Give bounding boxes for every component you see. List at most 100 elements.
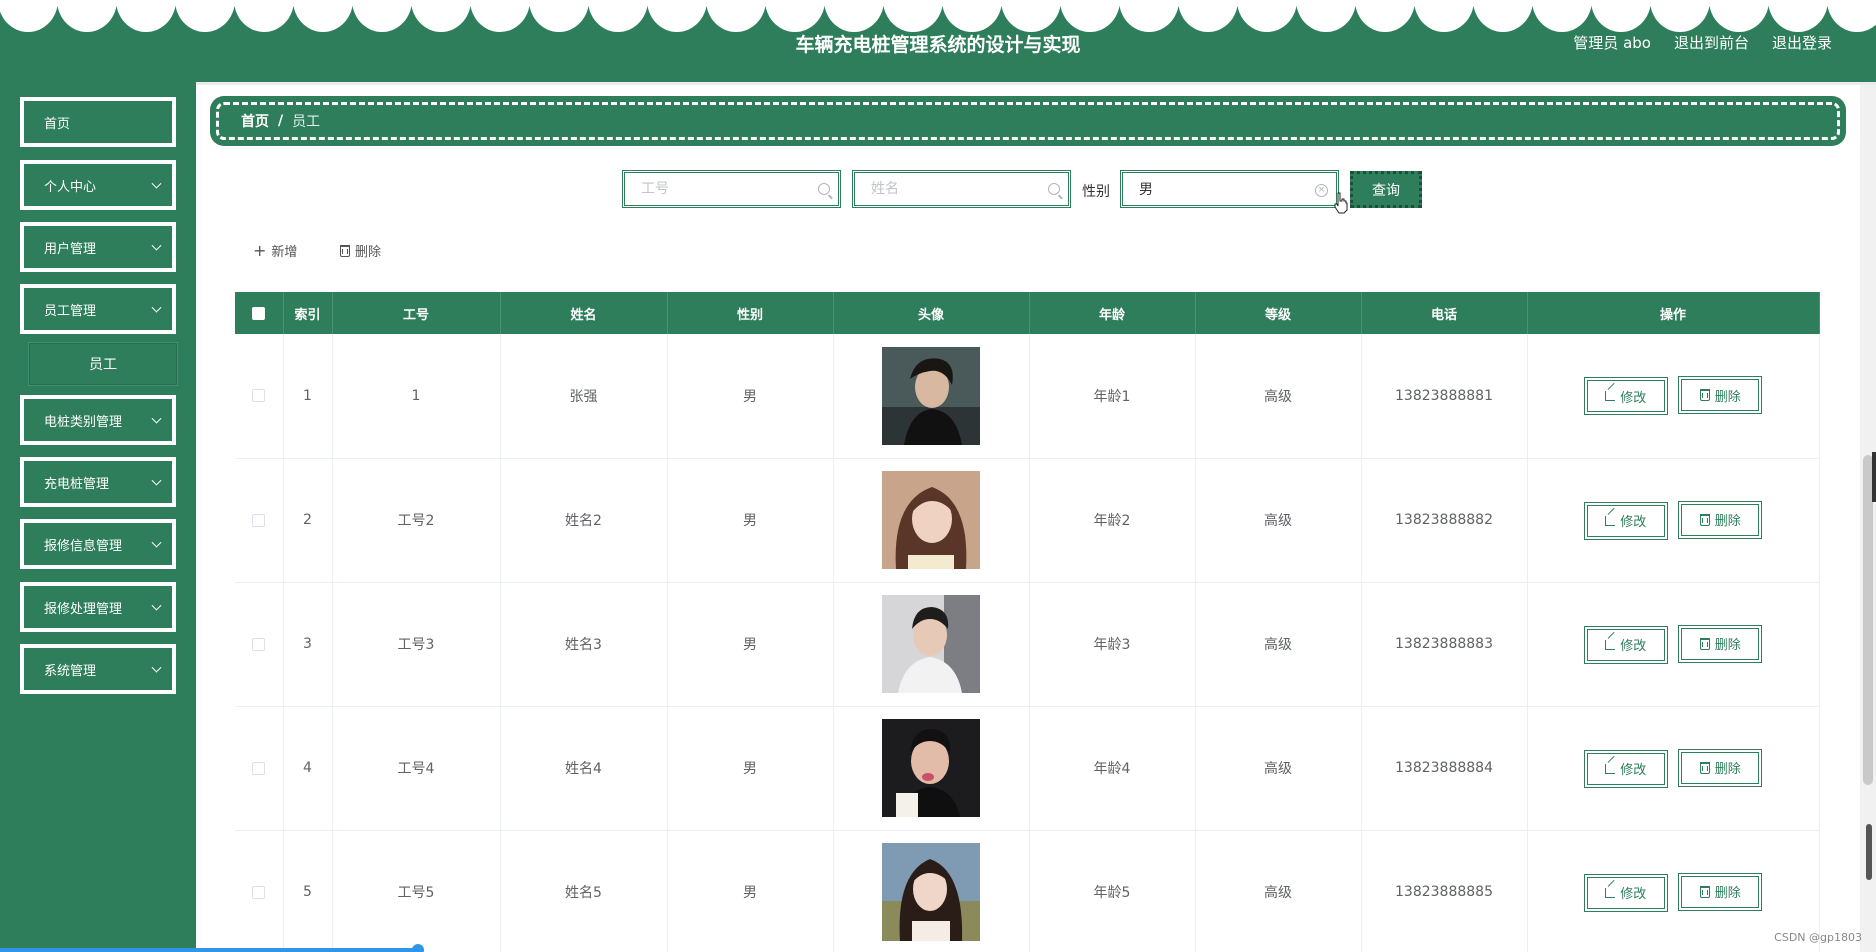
row-select-cell — [235, 582, 284, 707]
column-header: 工号 — [332, 292, 501, 334]
scallop-shape — [0, 0, 58, 32]
trash-icon — [1699, 513, 1710, 526]
breadcrumb-home[interactable]: 首页 — [241, 111, 269, 131]
scallop-shape — [470, 0, 530, 32]
level-cell: 高级 — [1195, 706, 1362, 831]
scallop-shape — [1532, 0, 1592, 32]
search-icon — [818, 183, 830, 195]
edit-icon — [1605, 391, 1616, 402]
avatar-cell — [833, 458, 1030, 583]
edit-icon — [1605, 763, 1616, 774]
level-cell: 高级 — [1195, 334, 1362, 459]
level-cell: 高级 — [1195, 830, 1362, 952]
batch-delete-button-label: 删除 — [355, 245, 382, 260]
phone-cell: 13823888883 — [1361, 582, 1528, 707]
column-header: 电话 — [1361, 292, 1528, 334]
sidebar-item-charging-pile-management[interactable]: 充电桩管理 — [20, 457, 176, 507]
staff-no-input[interactable] — [625, 173, 838, 205]
sidebar-item-system-management[interactable]: 系统管理 — [20, 644, 176, 694]
level-cell: 高级 — [1195, 458, 1362, 583]
vertical-scrollbar-thumb[interactable] — [1863, 455, 1873, 785]
gender-cell: 男 — [667, 458, 834, 583]
gender-input[interactable] — [1123, 173, 1336, 205]
chevron-down-icon — [151, 662, 162, 673]
operation-cell: 修改 删除 — [1527, 334, 1820, 459]
batch-delete-button[interactable]: 删除 — [340, 241, 381, 260]
row-checkbox[interactable] — [252, 389, 266, 403]
edit-button[interactable]: 修改 — [1583, 749, 1668, 788]
sidebar-item-repair-handling-management[interactable]: 报修处理管理 — [20, 582, 176, 632]
scallop-shape — [1414, 0, 1474, 32]
header-divider — [0, 82, 1876, 85]
query-button[interactable]: 查询 — [1350, 171, 1422, 208]
scallop-shape — [1768, 0, 1828, 32]
edit-button[interactable]: 修改 — [1583, 377, 1668, 416]
scallop-shape — [57, 0, 117, 32]
scalloped-border — [0, 0, 1876, 32]
scallop-shape — [352, 0, 412, 32]
sidebar-item-pile-category-management[interactable]: 电桩类别管理 — [20, 395, 176, 445]
delete-button-label: 删除 — [1714, 638, 1741, 653]
delete-button[interactable]: 删除 — [1678, 872, 1763, 911]
row-checkbox[interactable] — [252, 513, 266, 527]
delete-button[interactable]: 删除 — [1678, 748, 1763, 787]
scallop-shape — [1001, 0, 1061, 32]
secondary-scroll-thumb[interactable] — [1866, 824, 1872, 880]
scallop-shape — [942, 0, 1002, 32]
chevron-down-icon — [151, 475, 162, 486]
sidebar-item-staff-management[interactable]: 员工管理 — [20, 284, 176, 334]
sidebar-item-label: 报修处理管理 — [44, 601, 123, 617]
sidebar-item-label: 用户管理 — [44, 241, 97, 257]
phone-cell: 13823888881 — [1361, 334, 1528, 459]
age-cell: 年龄1 — [1029, 334, 1196, 459]
delete-button[interactable]: 删除 — [1678, 624, 1763, 663]
sidebar-item-personal-center[interactable]: 个人中心 — [20, 160, 176, 210]
breadcrumb-separator: / — [278, 113, 284, 129]
scallop-shape — [1296, 0, 1356, 32]
top-header: 车辆充电桩管理系统的设计与实现 管理员 abo 退出到前台 退出登录 — [0, 0, 1876, 82]
sidebar-item-label: 首页 — [44, 116, 71, 132]
sidebar-item-repair-info-management[interactable]: 报修信息管理 — [20, 519, 176, 569]
breadcrumb: 首页 / 员工 — [210, 96, 1846, 146]
horizontal-progress-bar — [0, 948, 418, 952]
delete-button-label: 删除 — [1714, 514, 1741, 529]
sidebar-item-home[interactable]: 首页 — [20, 97, 176, 147]
scallop-shape — [765, 0, 825, 32]
scallop-shape — [1119, 0, 1179, 32]
operation-cell: 修改 删除 — [1527, 706, 1820, 831]
row-checkbox[interactable] — [252, 885, 266, 899]
sidebar-item-label: 电桩类别管理 — [44, 414, 123, 430]
trash-icon — [1699, 885, 1710, 898]
column-header: 头像 — [833, 292, 1030, 334]
staff-no-cell: 工号5 — [332, 830, 501, 952]
table-row: 4 工号4 姓名4 男 年龄4 高级 13823888884 修改 删除 — [235, 706, 1820, 831]
sidebar-item-user-management[interactable]: 用户管理 — [20, 222, 176, 272]
edit-button-label: 修改 — [1620, 515, 1647, 530]
logout-link[interactable]: 退出登录 — [1772, 32, 1832, 53]
row-checkbox[interactable] — [252, 761, 266, 775]
horizontal-progress-knob[interactable] — [412, 944, 424, 952]
edit-button[interactable]: 修改 — [1583, 873, 1668, 912]
name-input[interactable] — [855, 173, 1068, 205]
sidebar-subitem-staff[interactable]: 员工 — [28, 342, 178, 386]
edit-button[interactable]: 修改 — [1583, 625, 1668, 664]
row-checkbox[interactable] — [252, 637, 266, 651]
delete-button[interactable]: 删除 — [1678, 500, 1763, 539]
index-cell: 5 — [283, 830, 333, 952]
gender-label: 性别 — [1082, 184, 1110, 200]
scallop-shape — [1650, 0, 1710, 32]
scallop-shape — [1827, 0, 1876, 32]
delete-button-label: 删除 — [1714, 886, 1741, 901]
scallop-shape — [1591, 0, 1651, 32]
sidebar-item-label: 个人中心 — [44, 179, 97, 195]
add-button[interactable]: + 新增 — [253, 241, 297, 260]
select-all-checkbox[interactable] — [252, 306, 266, 320]
trash-icon — [1699, 761, 1710, 774]
delete-button[interactable]: 删除 — [1678, 376, 1763, 415]
exit-to-frontend-link[interactable]: 退出到前台 — [1674, 32, 1749, 53]
admin-user-link[interactable]: 管理员 abo — [1573, 32, 1651, 53]
sidebar-item-label: 系统管理 — [44, 663, 97, 679]
edit-button[interactable]: 修改 — [1583, 501, 1668, 540]
scallop-shape — [588, 0, 648, 32]
clear-icon[interactable]: × — [1315, 184, 1328, 197]
